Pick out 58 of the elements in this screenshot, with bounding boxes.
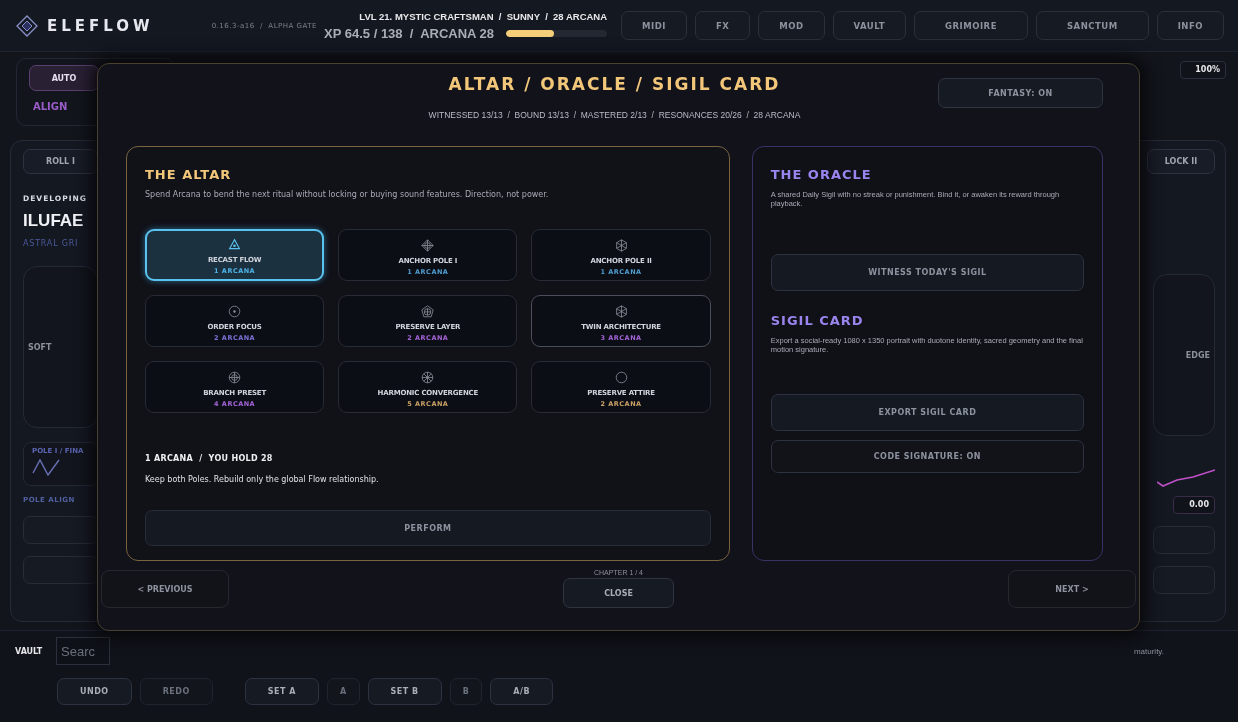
wheel-icon bbox=[421, 371, 435, 384]
nav-button[interactable]: GRIMOIRE bbox=[914, 11, 1028, 40]
nav-button[interactable]: SANCTUM bbox=[1035, 11, 1149, 40]
panel-title: SIGIL CARD bbox=[770, 313, 865, 328]
panel-title: THE ORACLE bbox=[770, 167, 873, 182]
action-button[interactable]: SET B bbox=[367, 678, 442, 705]
panel-button[interactable] bbox=[23, 556, 98, 584]
panel-description: Spend Arcana to bend the next ritual without locking or buying sound features. Direction, not power. bbox=[145, 190, 550, 199]
progress-stats: WITNESSED 13/13 / BOUND 13/13 / MASTERED 2/13 / RESONANCES 20/26 / 28 ARCANA bbox=[427, 110, 802, 120]
logo-icon bbox=[16, 14, 38, 37]
action-button[interactable]: SET A bbox=[244, 678, 319, 705]
nav-button[interactable]: FX bbox=[694, 11, 751, 40]
lock-button[interactable]: LOCK II bbox=[1147, 149, 1215, 174]
app-logo: ELEFLOW bbox=[47, 16, 154, 35]
nav-button[interactable]: INFO bbox=[1156, 11, 1224, 40]
hexagon-icon bbox=[614, 305, 628, 318]
action-button[interactable]: A/B bbox=[490, 678, 553, 705]
nav-button[interactable]: VAULT bbox=[832, 11, 907, 40]
triangle-icon bbox=[228, 238, 242, 251]
target-icon bbox=[228, 371, 242, 384]
fantasy-toggle[interactable]: FANTASY: ON bbox=[938, 78, 1103, 108]
witness-button[interactable]: WITNESS TODAY'S SIGIL bbox=[770, 254, 1084, 291]
perform-button[interactable]: PERFORM bbox=[145, 510, 711, 546]
vault-note: maturity. bbox=[1133, 646, 1164, 656]
panel-button[interactable] bbox=[23, 516, 98, 544]
curve-drawing bbox=[32, 458, 60, 476]
level-status: LVL 21. MYSTIC CRAFTSMAN / SUNNY / 28 ARCANA bbox=[359, 10, 608, 22]
rite-detail: Keep both Poles. Rebuild only the global Flow relationship. bbox=[145, 475, 380, 484]
nav-button[interactable]: MOD bbox=[758, 11, 825, 40]
cost-summary: 1 ARCANA / YOU HOLD 28 bbox=[145, 454, 274, 463]
hexagon-icon bbox=[614, 239, 628, 252]
xp-label: XP 64.5 / 138 / ARCANA 28 bbox=[324, 25, 495, 41]
preset-name: ILUFAE bbox=[23, 211, 85, 231]
panel-title: THE ALTAR bbox=[145, 167, 233, 182]
dial-label: SOFT bbox=[27, 342, 53, 352]
pentagon-target-icon bbox=[421, 305, 435, 318]
action-button[interactable]: UNDO bbox=[57, 678, 132, 705]
diamond-icon bbox=[421, 239, 435, 252]
circle-icon bbox=[614, 371, 628, 384]
nav-button[interactable]: MIDI bbox=[621, 11, 687, 40]
vault-label: VAULT bbox=[15, 646, 44, 656]
next-button[interactable]: NEXT > bbox=[1008, 570, 1136, 608]
value-field[interactable]: 0.00 bbox=[1173, 496, 1215, 514]
close-button[interactable]: CLOSE bbox=[563, 578, 674, 608]
export-button[interactable]: EXPORT SIGIL CARD bbox=[770, 394, 1084, 431]
auto-button[interactable]: AUTO bbox=[29, 65, 99, 91]
modal-title: ALTAR / ORACLE / SIGIL CARD bbox=[448, 74, 781, 94]
search-field[interactable]: Searc bbox=[56, 637, 110, 665]
signature-toggle[interactable]: CODE SIGNATURE: ON bbox=[770, 440, 1084, 473]
panel-button[interactable] bbox=[1153, 566, 1215, 594]
previous-button[interactable]: < PREVIOUS bbox=[101, 570, 229, 608]
zoom-field[interactable]: 100% bbox=[1180, 61, 1226, 79]
circle-dot-icon bbox=[228, 305, 242, 318]
roll-button[interactable]: ROLL I bbox=[23, 149, 98, 174]
dial-label: EDGE bbox=[1184, 350, 1211, 360]
align-label: ALIGN bbox=[33, 101, 69, 112]
preset-subtitle: ASTRAL GRI bbox=[23, 239, 80, 248]
panel-button[interactable] bbox=[1153, 526, 1215, 554]
